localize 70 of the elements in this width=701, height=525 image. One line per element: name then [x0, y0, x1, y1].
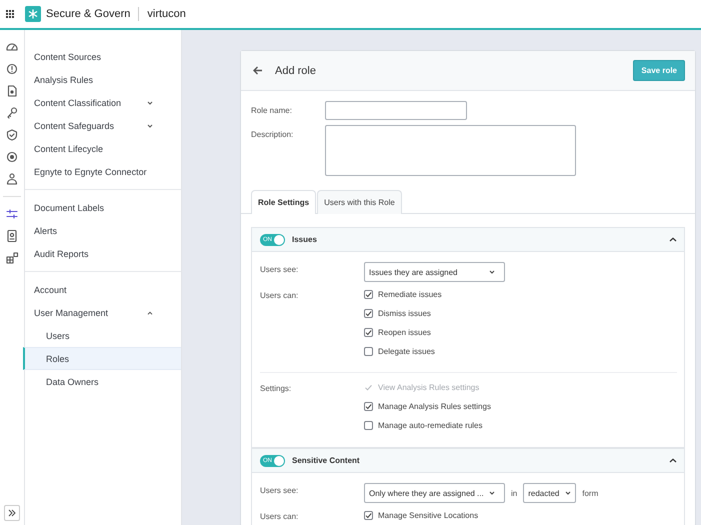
blocks-icon[interactable] [5, 251, 19, 265]
expand-button[interactable] [4, 505, 20, 521]
field-label: Description: [251, 129, 294, 139]
sliders-icon[interactable] [5, 207, 19, 221]
tenant-name: virtucon [146, 8, 186, 20]
logo-icon [25, 6, 41, 22]
alert-icon[interactable] [5, 62, 19, 76]
row-label: Users see: [260, 485, 300, 495]
shield-icon[interactable] [5, 128, 19, 142]
row-label: Settings: [260, 383, 292, 393]
checked-checkbox-icon[interactable] [364, 402, 373, 411]
sidebar-item[interactable]: Document Labels [23, 196, 181, 219]
inline-text: in [511, 488, 518, 498]
app-grid-icon[interactable] [6, 10, 14, 18]
sidebar-item[interactable]: Users [23, 324, 181, 347]
checked-checkbox-icon[interactable] [364, 511, 373, 520]
target-icon[interactable] [5, 150, 19, 164]
tab[interactable]: Users with this Role [317, 190, 402, 214]
chevron-up-icon[interactable] [669, 458, 677, 463]
sidebar-item[interactable]: Alerts [23, 219, 181, 242]
sidebar-item[interactable]: Account [23, 278, 181, 301]
row-label: Users can: [260, 511, 300, 521]
checkbox-option[interactable]: Remediate issues [364, 288, 442, 301]
text-field[interactable] [325, 101, 467, 120]
row-label: Users see: [260, 264, 300, 274]
sidebar-item[interactable]: User Management [23, 301, 181, 324]
sidebar-item[interactable]: Data Owners [23, 370, 181, 393]
arrow-left-icon [253, 66, 263, 75]
sidebar-item[interactable]: Content Classification [23, 91, 181, 114]
chevron-down-icon [489, 491, 495, 495]
description-field[interactable] [325, 125, 576, 176]
checkbox-option[interactable]: Manage Analysis Rules settings [364, 400, 491, 413]
checkbox-option[interactable]: Manage auto-remediate rules [364, 419, 491, 432]
checked-checkbox-icon[interactable] [364, 290, 373, 299]
sidebar-item[interactable]: Content Safeguards [23, 114, 181, 137]
checkbox-option[interactable]: Manage Sensitive Locations [364, 509, 478, 522]
sidebar-item[interactable]: Content Lifecycle [23, 137, 181, 160]
sidebar-item[interactable]: Analysis Rules [23, 68, 181, 91]
checkbox-icon[interactable] [364, 421, 373, 430]
sidebar-item[interactable]: Roles [23, 347, 181, 370]
person-icon[interactable] [5, 172, 19, 186]
dropdown[interactable]: Only where they are assigned ... [364, 483, 505, 503]
page-title: Add role [275, 64, 316, 76]
checkbox-option[interactable]: Delegate issues [364, 345, 442, 358]
chevron-down-icon [489, 270, 495, 274]
checked-checkbox-icon[interactable] [364, 328, 373, 337]
document-icon[interactable] [5, 84, 19, 98]
checkbox-icon[interactable] [364, 347, 373, 356]
section-title: Sensitive Content [292, 456, 360, 465]
field-label: Role name: [251, 105, 293, 115]
back-button[interactable] [253, 66, 263, 75]
chevron-up-icon[interactable] [669, 237, 677, 242]
key-icon[interactable] [5, 106, 19, 120]
sidebar-item[interactable]: Audit Reports [23, 242, 181, 265]
badge-icon[interactable] [5, 229, 19, 243]
dropdown[interactable]: Issues they are assigned [364, 262, 505, 282]
sidebar-item[interactable]: Content Sources [23, 45, 181, 68]
checked-checkbox-icon[interactable] [364, 309, 373, 318]
inline-text: form [582, 488, 598, 498]
section-title: Issues [292, 235, 317, 244]
dropdown[interactable]: redacted [523, 483, 576, 503]
checkbox-option[interactable]: Reopen issues [364, 326, 442, 339]
app-name: Secure & Govern [46, 7, 140, 21]
double-chevron-icon [8, 509, 16, 517]
checkbox-option: View Analysis Rules settings [364, 381, 491, 394]
sidebar-item[interactable]: Egnyte to Egnyte Connector [23, 160, 181, 183]
checkbox-option[interactable]: Dismiss issues [364, 307, 442, 320]
chevron-down-icon [565, 491, 572, 495]
row-label: Users can: [260, 290, 300, 300]
tab[interactable]: Role Settings [251, 190, 316, 214]
